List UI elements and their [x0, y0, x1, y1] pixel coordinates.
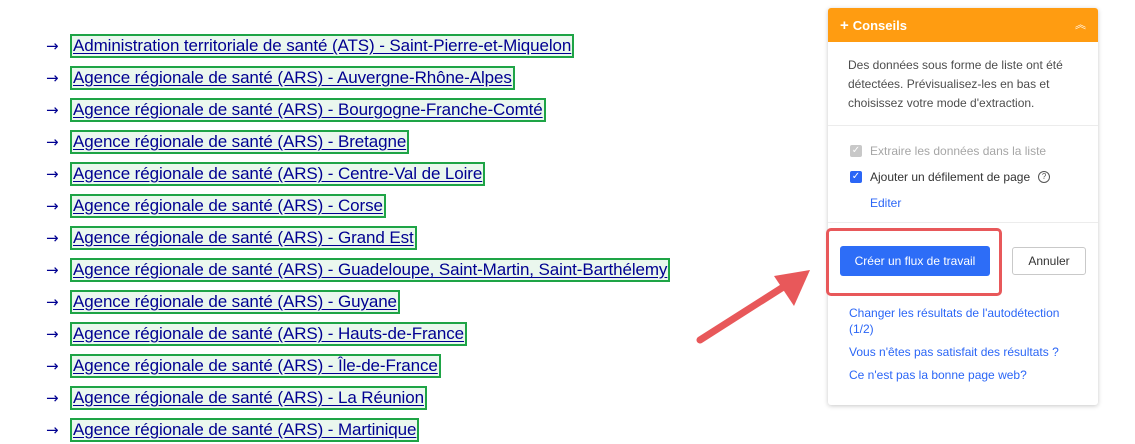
list-item: → Agence régionale de santé (ARS) - Bourg… — [46, 94, 670, 126]
region-link[interactable]: Agence régionale de santé (ARS) - Guyane — [73, 292, 397, 311]
list-item: → Administration territoriale de santé (A… — [46, 30, 670, 62]
not-satisfied-link[interactable]: Vous n'êtes pas satisfait des résultats … — [849, 344, 1078, 360]
list-item: → Agence régionale de santé (ARS) - Guade… — [46, 254, 671, 286]
arrow-right-icon: → — [46, 388, 59, 407]
detected-link-box: Agence régionale de santé (ARS) - Guadel… — [70, 258, 671, 282]
arrow-right-icon: → — [46, 100, 59, 119]
list-item: → Agence régionale de santé (ARS) - Grand… — [46, 222, 670, 254]
detected-link-box: Agence régionale de santé (ARS) - Île-de… — [70, 354, 441, 378]
region-link[interactable]: Agence régionale de santé (ARS) - Île-de… — [73, 356, 438, 375]
detected-link-box: Agence régionale de santé (ARS) - Martin… — [70, 418, 420, 442]
region-link[interactable]: Administration territoriale de santé (AT… — [73, 36, 571, 55]
panel-help-links: Changer les résultats de l'autodétection… — [828, 299, 1098, 383]
region-link[interactable]: Agence régionale de santé (ARS) - Grand … — [73, 228, 414, 247]
region-link[interactable]: Agence régionale de santé (ARS) - Hauts-… — [73, 324, 464, 343]
arrow-right-icon: → — [46, 196, 59, 215]
detected-link-box: Agence régionale de santé (ARS) - Hauts-… — [70, 322, 468, 346]
list-item: → Agence régionale de santé (ARS) - Guyan… — [46, 286, 670, 318]
plus-icon: + — [840, 16, 849, 34]
list-item: → Agence régionale de santé (ARS) - Breta… — [46, 126, 670, 158]
region-link[interactable]: Agence régionale de santé (ARS) - Guadel… — [73, 260, 667, 279]
region-link[interactable]: Agence régionale de santé (ARS) - Centre… — [73, 164, 482, 183]
panel-actions: Créer un flux de travail Annuler — [828, 223, 1098, 299]
detected-link-box: Agence régionale de santé (ARS) - Auverg… — [70, 66, 515, 90]
help-icon[interactable]: ? — [1038, 171, 1051, 183]
detected-link-box: Agence régionale de santé (ARS) - Bourgo… — [70, 98, 546, 122]
detected-link-box: Agence régionale de santé (ARS) - Grand … — [70, 226, 417, 250]
wrong-page-link[interactable]: Ce n'est pas la bonne page web? — [849, 367, 1078, 383]
detected-link-box: Agence régionale de santé (ARS) - Bretag… — [70, 130, 410, 154]
scroll-label[interactable]: Ajouter un défilement de page — [870, 170, 1030, 184]
panel-description: Des données sous forme de liste ont été … — [828, 42, 1098, 126]
arrow-right-icon: → — [46, 36, 59, 55]
detected-link-box: Agence régionale de santé (ARS) - Corse — [70, 194, 386, 218]
region-link[interactable]: Agence régionale de santé (ARS) - Corse — [73, 196, 383, 215]
annotation-arrow-icon — [696, 270, 810, 344]
panel-header: + Conseils ︽ — [828, 8, 1098, 42]
list-item: → Agence régionale de santé (ARS) - Corse — [46, 190, 670, 222]
region-link[interactable]: Agence régionale de santé (ARS) - La Réu… — [73, 388, 424, 407]
link-list: → Administration territoriale de santé (A… — [46, 30, 671, 444]
list-item: → Agence régionale de santé (ARS) - Hauts… — [46, 318, 670, 350]
tips-panel: + Conseils ︽ Des données sous forme de l… — [828, 8, 1098, 405]
arrow-right-icon: → — [46, 324, 59, 343]
scroll-checkbox[interactable]: ✓ — [850, 171, 862, 183]
region-link[interactable]: Agence régionale de santé (ARS) - Martin… — [73, 420, 416, 439]
arrow-right-icon: → — [46, 68, 59, 87]
region-link[interactable]: Agence régionale de santé (ARS) - Bretag… — [73, 132, 406, 151]
panel-title: Conseils — [852, 17, 907, 33]
page: → Administration territoriale de santé (A… — [0, 0, 1135, 444]
edit-link[interactable]: Editer — [870, 196, 1078, 210]
list-item: → Agence régionale de santé (ARS) - Île-d… — [46, 350, 670, 382]
option-extract-list: ✓ Extraire les données dans la liste — [850, 138, 1078, 164]
detected-link-box: Agence régionale de santé (ARS) - La Réu… — [70, 386, 427, 410]
arrow-right-icon: → — [46, 164, 59, 183]
detected-link-box: Administration territoriale de santé (AT… — [70, 34, 575, 58]
chevron-double-up-icon[interactable]: ︽ — [1075, 19, 1086, 31]
detected-link-box: Agence régionale de santé (ARS) - Centre… — [70, 162, 486, 186]
cancel-button[interactable]: Annuler — [1012, 247, 1086, 275]
list-item: → Agence régionale de santé (ARS) - Centr… — [46, 158, 670, 190]
extract-label: Extraire les données dans la liste — [870, 144, 1047, 158]
arrow-right-icon: → — [46, 260, 59, 279]
arrow-right-icon: → — [46, 132, 59, 151]
extract-checkbox: ✓ — [850, 145, 862, 157]
arrow-right-icon: → — [46, 420, 59, 439]
region-link[interactable]: Agence régionale de santé (ARS) - Bourgo… — [73, 100, 543, 119]
change-autodetect-link[interactable]: Changer les résultats de l'autodétection… — [849, 305, 1078, 337]
arrow-right-icon: → — [46, 228, 59, 247]
detected-link-box: Agence régionale de santé (ARS) - Guyane — [70, 290, 400, 314]
arrow-right-icon: → — [46, 292, 59, 311]
arrow-right-icon: → — [46, 356, 59, 375]
region-link[interactable]: Agence régionale de santé (ARS) - Auverg… — [73, 68, 512, 87]
create-workflow-button[interactable]: Créer un flux de travail — [840, 246, 990, 276]
list-item: → Agence régionale de santé (ARS) - La Ré… — [46, 382, 670, 414]
list-item: → Agence régionale de santé (ARS) - Marti… — [46, 414, 670, 444]
extraction-options: ✓ Extraire les données dans la liste ✓ A… — [828, 126, 1098, 223]
list-item: → Agence régionale de santé (ARS) - Auver… — [46, 62, 670, 94]
option-page-scroll[interactable]: ✓ Ajouter un défilement de page ? — [850, 164, 1078, 190]
